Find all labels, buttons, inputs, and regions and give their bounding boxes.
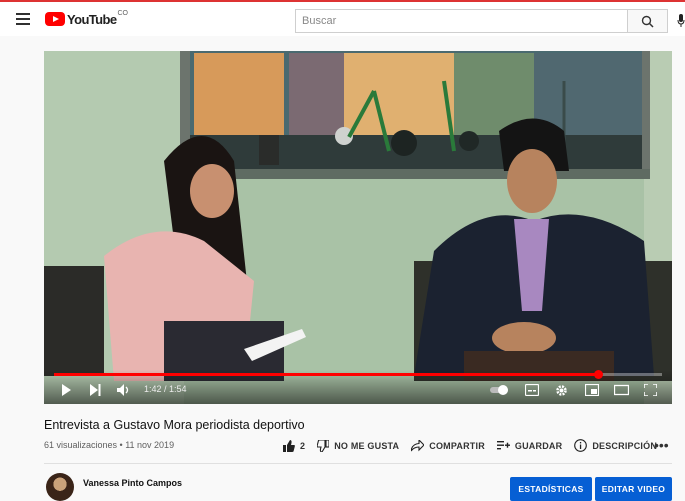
search-icon: [641, 15, 654, 28]
play-icon[interactable]: [61, 384, 72, 396]
time-display: 1:42 / 1:54: [144, 384, 187, 394]
info-icon: [574, 439, 588, 452]
microphone-icon[interactable]: [677, 14, 685, 28]
progress-bar[interactable]: [54, 370, 662, 379]
autoplay-toggle[interactable]: [490, 384, 510, 396]
fullscreen-icon[interactable]: [644, 384, 657, 396]
action-bar: 2 NO ME GUSTA COMPARTIR GUARDAR DESCRIPC…: [283, 439, 669, 452]
channel-avatar[interactable]: [46, 473, 74, 501]
youtube-play-icon: [45, 12, 65, 26]
menu-icon[interactable]: [16, 13, 30, 25]
thumbs-down-icon: [317, 439, 330, 452]
like-button[interactable]: 2: [283, 439, 306, 452]
like-count: 2: [300, 440, 306, 451]
video-player[interactable]: 1:42 / 1:54: [44, 51, 672, 404]
logo-country-code: CO: [117, 9, 128, 17]
subtitles-icon[interactable]: [525, 384, 539, 396]
miniplayer-icon[interactable]: [585, 384, 599, 396]
progress-fill: [54, 373, 599, 376]
thumbs-up-icon: [283, 439, 295, 452]
divider: [44, 463, 672, 464]
description-label: DESCRIPCIÓN: [592, 440, 658, 451]
analytics-button[interactable]: ESTADÍSTICAS: [510, 477, 592, 501]
more-options-icon[interactable]: •••: [654, 438, 669, 452]
top-bar: YouTube CO: [0, 0, 685, 36]
search-input[interactable]: [295, 9, 628, 33]
volume-icon[interactable]: [117, 384, 131, 396]
next-icon[interactable]: [90, 384, 101, 396]
youtube-logo[interactable]: YouTube CO: [45, 10, 128, 28]
search-button[interactable]: [628, 9, 668, 33]
save-label: GUARDAR: [514, 440, 563, 451]
channel-name[interactable]: Vanessa Pinto Campos: [83, 478, 182, 488]
save-button[interactable]: GUARDAR: [496, 440, 563, 451]
theater-mode-icon[interactable]: [614, 384, 629, 396]
video-title: Entrevista a Gustavo Mora periodista dep…: [44, 418, 305, 432]
video-frame: [44, 51, 672, 404]
add-to-playlist-icon: [496, 441, 510, 450]
dislike-label: NO ME GUSTA: [334, 440, 400, 451]
edit-video-button[interactable]: EDITAR VIDEO: [595, 477, 672, 501]
logo-text: YouTube: [67, 11, 117, 27]
dislike-button[interactable]: NO ME GUSTA: [317, 439, 400, 452]
share-button[interactable]: COMPARTIR: [411, 439, 485, 452]
share-icon: [411, 439, 425, 451]
video-meta: 61 visualizaciones • 11 nov 2019: [44, 440, 175, 450]
share-label: COMPARTIR: [429, 440, 485, 451]
description-button[interactable]: DESCRIPCIÓN: [574, 439, 657, 452]
settings-gear-icon[interactable]: [555, 384, 568, 397]
